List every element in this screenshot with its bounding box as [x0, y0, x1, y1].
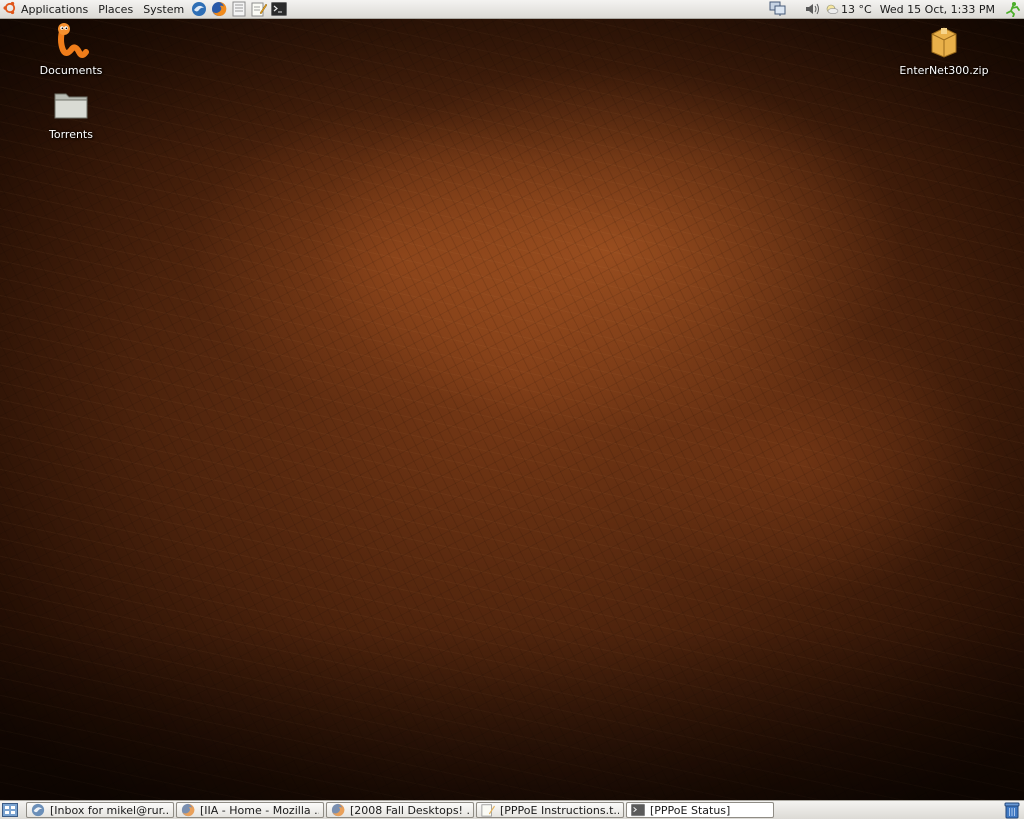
- launchers: [189, 0, 289, 18]
- network-icon[interactable]: [769, 1, 787, 17]
- applications-menu-label: Applications: [21, 2, 89, 16]
- thunderbird-icon[interactable]: [190, 0, 208, 18]
- text-editor-icon[interactable]: [250, 0, 268, 18]
- places-menu-label: Places: [98, 2, 134, 16]
- task-label: [PPPoE Status]: [650, 803, 731, 817]
- desktop-icon-torrents[interactable]: Torrents: [26, 87, 116, 141]
- terminal-icon[interactable]: [270, 0, 288, 18]
- top-panel: Applications Places System 13 °C Wed 15 …: [0, 0, 1024, 19]
- task-label: [PPPoE Instructions.t...: [500, 803, 619, 817]
- firefox-icon: [181, 803, 195, 817]
- text-document-icon[interactable]: [230, 0, 248, 18]
- window-list: [Inbox for mikel@rur... [IIA - Home - Mo…: [26, 802, 776, 818]
- desktop-icon-label: Documents: [39, 64, 103, 77]
- system-tray: 13 °C Wed 15 Oct, 1:33 PM: [765, 0, 1024, 19]
- desktop-icon-enternet300-zip[interactable]: EnterNet300.zip: [899, 23, 989, 77]
- weather-widget[interactable]: 13 °C: [825, 3, 872, 16]
- system-menu-label: System: [143, 2, 185, 16]
- desktop-icon-documents[interactable]: Documents: [26, 23, 116, 77]
- task-button-inbox[interactable]: [Inbox for mikel@rur...: [26, 802, 174, 818]
- volume-icon[interactable]: [805, 2, 821, 16]
- desktop-icon-label: Torrents: [49, 128, 93, 141]
- weather-temperature: 13 °C: [841, 2, 872, 16]
- task-button-pppoe-status[interactable]: [PPPoE Status]: [626, 802, 774, 818]
- places-menu[interactable]: Places: [93, 0, 138, 19]
- ubuntu-logo-icon: [3, 1, 17, 18]
- task-button-iia-home[interactable]: [IIA - Home - Mozilla ...: [176, 802, 324, 818]
- worm-documents-icon: [53, 23, 89, 59]
- system-menu[interactable]: System: [138, 0, 189, 19]
- firefox-icon[interactable]: [210, 0, 228, 18]
- task-button-pppoe-instructions[interactable]: [PPPoE Instructions.t...: [476, 802, 624, 818]
- applications-menu[interactable]: Applications: [0, 0, 93, 19]
- task-button-fall-desktops[interactable]: [2008 Fall Desktops! ...: [326, 802, 474, 818]
- desktop-icon-label: EnterNet300.zip: [899, 64, 989, 77]
- bottom-panel: [Inbox for mikel@rur... [IIA - Home - Mo…: [0, 800, 1024, 819]
- task-label: [Inbox for mikel@rur...: [50, 803, 169, 817]
- clock[interactable]: Wed 15 Oct, 1:33 PM: [880, 3, 995, 16]
- terminal-icon: [631, 803, 645, 817]
- archive-icon: [926, 23, 962, 59]
- show-desktop-icon[interactable]: [0, 801, 20, 819]
- task-label: [2008 Fall Desktops! ...: [350, 803, 469, 817]
- desktop[interactable]: Documents Torrents EnterNet300.zip: [0, 19, 1024, 800]
- task-label: [IIA - Home - Mozilla ...: [200, 803, 319, 817]
- trash-icon[interactable]: [1003, 801, 1021, 819]
- weather-cloud-icon: [826, 4, 839, 14]
- folder-icon: [53, 87, 89, 123]
- logout-icon[interactable]: [1005, 1, 1021, 17]
- thunderbird-icon: [31, 803, 45, 817]
- text-editor-icon: [481, 803, 495, 817]
- firefox-icon: [331, 803, 345, 817]
- wallpaper-vignette: [0, 19, 1024, 800]
